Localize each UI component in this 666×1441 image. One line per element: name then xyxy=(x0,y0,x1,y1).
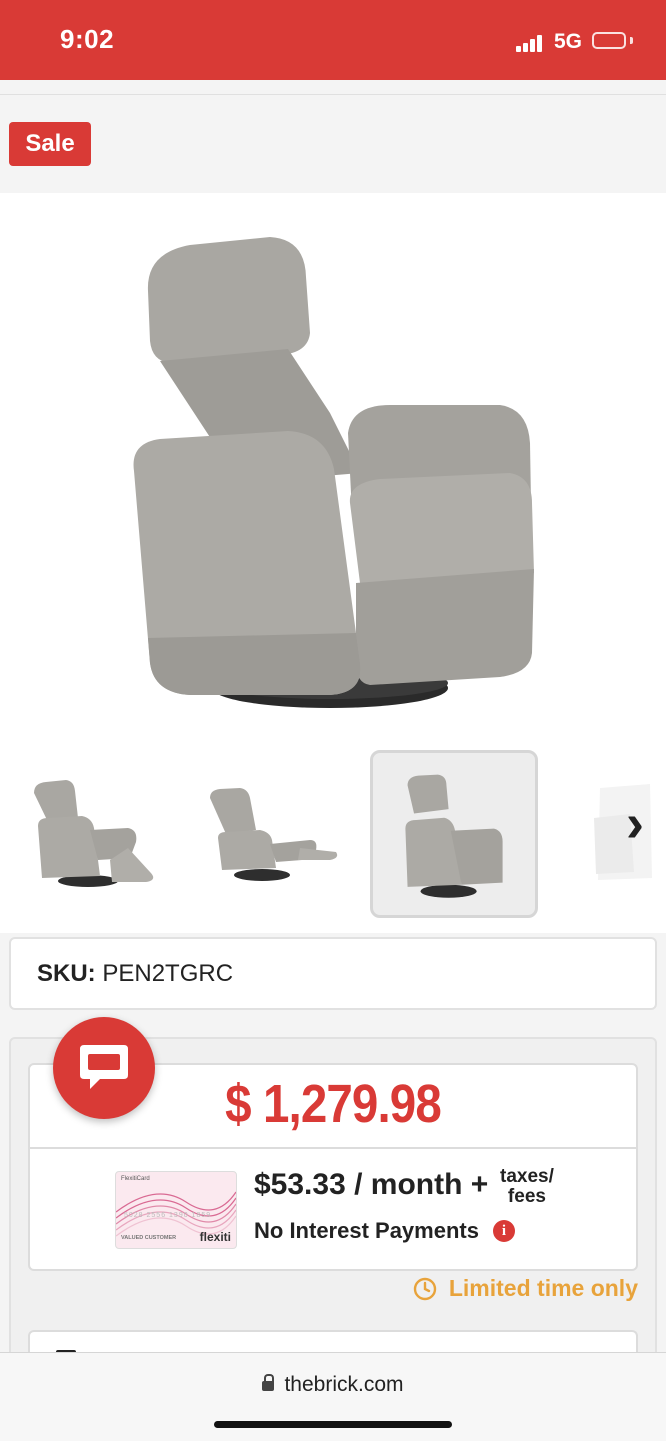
battery-icon xyxy=(592,32,626,49)
card-number: 5028 2556 1390 1859 xyxy=(124,1212,212,1219)
gallery-next-icon[interactable]: › xyxy=(612,796,658,850)
limited-time-notice: Limited time only xyxy=(413,1275,638,1302)
url-text: thebrick.com xyxy=(284,1373,404,1396)
sku-box: SKU: PEN2TGRC xyxy=(9,937,657,1010)
no-interest-label: No Interest Payments xyxy=(254,1218,479,1243)
url-display[interactable]: thebrick.com xyxy=(0,1373,666,1397)
sku-value: PEN2TGRC xyxy=(102,960,234,987)
thumbnail-3-selected[interactable] xyxy=(370,750,538,918)
monthly-note-line2: fees xyxy=(507,1186,546,1207)
card-brand: flexiti xyxy=(199,1230,231,1244)
status-time: 9:02 xyxy=(60,24,115,54)
sale-badge: Sale xyxy=(9,122,91,166)
sale-band: Sale xyxy=(0,94,666,194)
chat-bubble-icon xyxy=(80,1045,128,1089)
product-main-image[interactable] xyxy=(120,233,540,713)
lock-icon xyxy=(262,1374,275,1391)
browser-url-bar[interactable]: thebrick.com xyxy=(0,1352,666,1441)
info-icon[interactable]: i xyxy=(493,1220,515,1242)
home-indicator[interactable] xyxy=(214,1421,452,1428)
thumbnail-1[interactable] xyxy=(20,748,170,898)
signal-icon xyxy=(516,34,546,52)
product-gallery[interactable]: › xyxy=(0,193,666,933)
price-divider xyxy=(30,1147,636,1149)
flexiti-card-image[interactable]: FlexitiCard 5028 2556 1390 1859 VALUED C… xyxy=(115,1171,237,1249)
clock-icon xyxy=(413,1277,437,1300)
sku-label: SKU: xyxy=(37,960,96,987)
battery-tip xyxy=(630,37,633,44)
card-holder: VALUED CUSTOMER xyxy=(121,1235,177,1241)
chat-button[interactable] xyxy=(53,1017,155,1119)
thumbnail-2[interactable] xyxy=(190,748,340,898)
monthly-payment: $53.33 / month + xyxy=(254,1168,489,1201)
monthly-note: taxes/ fees xyxy=(500,1167,554,1207)
limited-time-label: Limited time only xyxy=(448,1275,638,1301)
network-label: 5G xyxy=(554,30,583,53)
status-bar: 9:02 5G xyxy=(0,0,666,80)
card-title: FlexitiCard xyxy=(121,1176,150,1182)
monthly-note-line1: taxes/ xyxy=(500,1166,554,1187)
